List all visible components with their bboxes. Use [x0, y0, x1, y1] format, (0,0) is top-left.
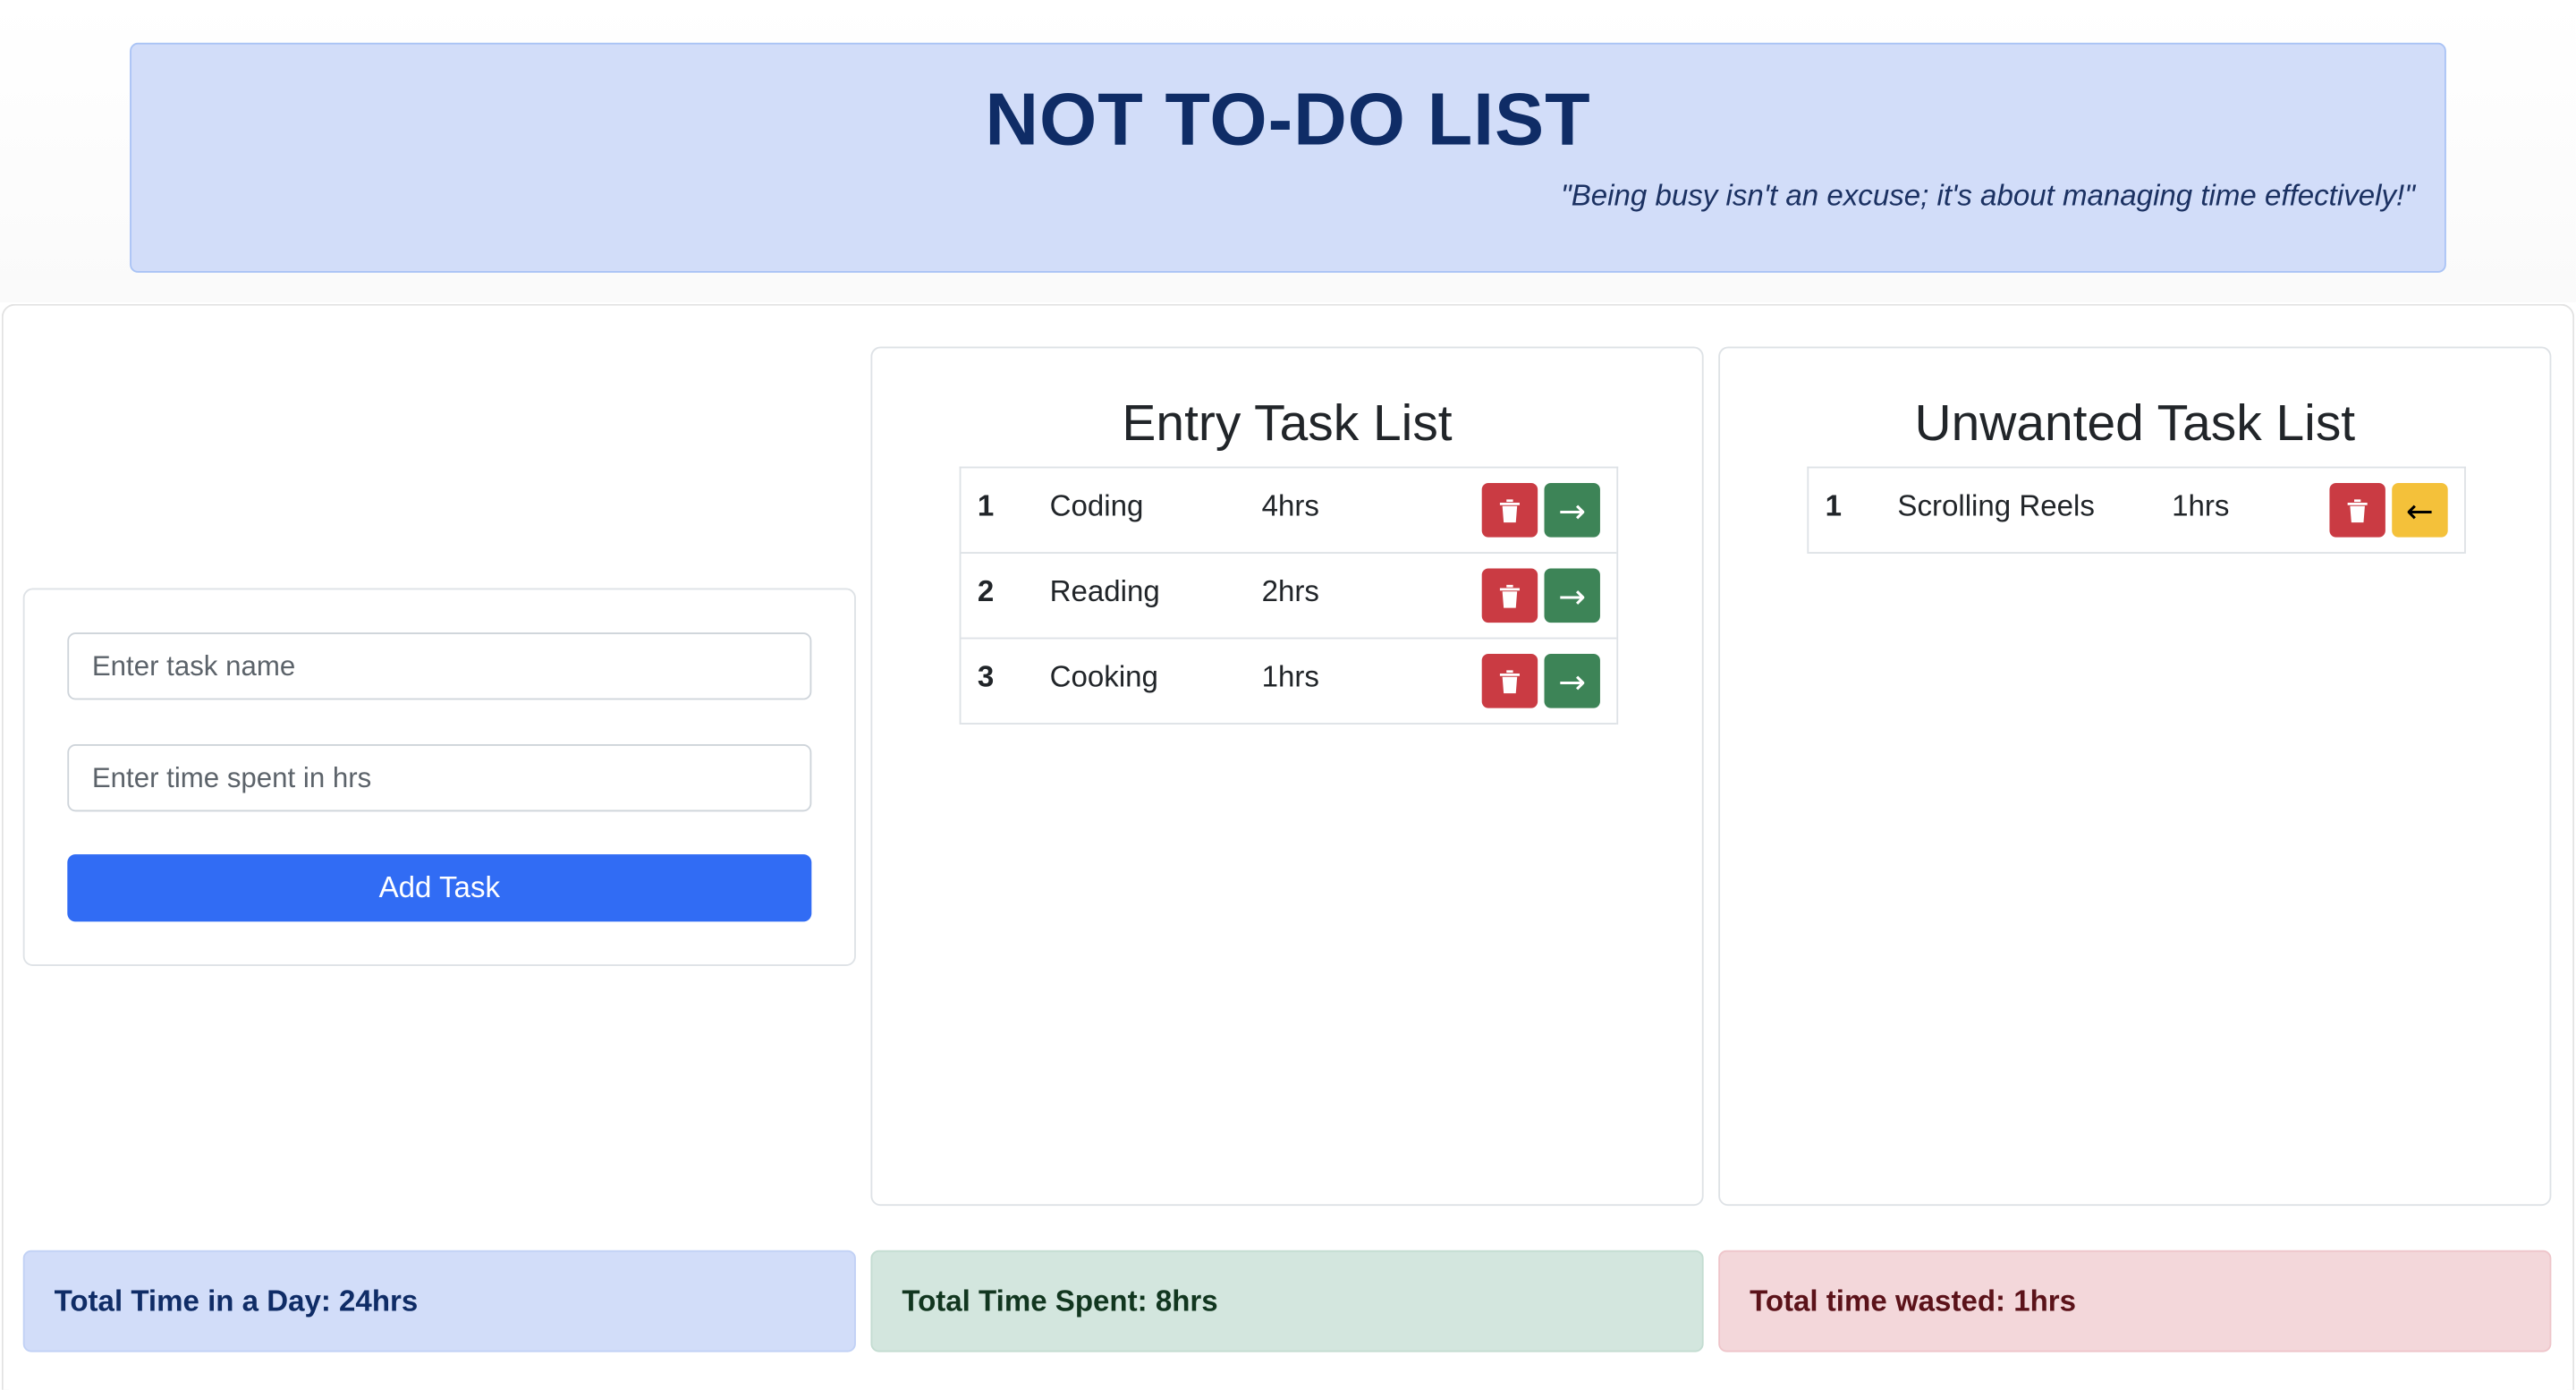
entry-task-table: 1 Coding 4hrs → 2 Reading 2hrs → 3 Cooki… — [959, 466, 1619, 725]
task-name: Coding — [1049, 489, 1144, 523]
time-spent-input[interactable] — [67, 744, 812, 812]
task-number: 3 — [977, 660, 995, 694]
task-name: Scrolling Reels — [1897, 489, 2095, 523]
task-name: Cooking — [1049, 660, 1158, 694]
move-to-unwanted-button[interactable]: → — [1544, 568, 1600, 623]
arrow-right-icon: → — [1558, 575, 1587, 615]
task-hours: 1hrs — [1261, 660, 1319, 694]
arrow-right-icon: → — [1558, 661, 1587, 701]
total-spent-summary: Total Time Spent: 8hrs — [870, 1250, 1704, 1352]
move-to-unwanted-button[interactable]: → — [1544, 482, 1600, 538]
table-row: 2 Reading 2hrs → — [961, 554, 1617, 640]
task-name-input[interactable] — [67, 632, 812, 700]
arrow-right-icon: → — [1558, 490, 1587, 530]
page: NOT TO-DO LIST "Being busy isn't an excu… — [0, 0, 2576, 1390]
delete-task-button[interactable] — [1481, 568, 1538, 623]
task-number: 1 — [1825, 489, 1842, 523]
task-hours: 4hrs — [1261, 489, 1319, 523]
arrow-left-icon: ← — [2406, 490, 2434, 530]
move-to-unwanted-button[interactable]: → — [1544, 654, 1600, 708]
unwanted-task-table: 1 Scrolling Reels 1hrs ← — [1807, 466, 2466, 554]
task-number: 2 — [977, 574, 995, 608]
delete-task-button[interactable] — [1481, 482, 1538, 538]
total-wasted-summary: Total time wasted: 1hrs — [1718, 1250, 2552, 1352]
trash-icon — [1499, 669, 1520, 693]
table-row: 3 Cooking 1hrs → — [961, 639, 1617, 725]
header-banner: NOT TO-DO LIST "Being busy isn't an excu… — [130, 42, 2446, 273]
delete-task-button[interactable] — [2329, 482, 2385, 538]
move-to-entry-button[interactable]: ← — [2392, 482, 2448, 538]
task-number: 1 — [977, 489, 995, 523]
entry-task-list: Entry Task List 1 Coding 4hrs → 2 Readin… — [870, 346, 1704, 1207]
table-row: 1 Scrolling Reels 1hrs ← — [1809, 468, 2465, 554]
task-hours: 2hrs — [1261, 574, 1319, 608]
delete-task-button[interactable] — [1481, 654, 1538, 708]
unwanted-list-title: Unwanted Task List — [1914, 394, 2356, 453]
total-day-summary: Total Time in a Day: 24hrs — [22, 1250, 856, 1352]
task-form: Add Task — [22, 588, 856, 966]
unwanted-task-list: Unwanted Task List 1 Scrolling Reels 1hr… — [1718, 346, 2552, 1207]
trash-icon — [1499, 498, 1520, 522]
header-quote: "Being busy isn't an excuse; it's about … — [1560, 179, 2415, 212]
add-task-button[interactable]: Add Task — [67, 854, 812, 922]
entry-list-title: Entry Task List — [1122, 394, 1453, 453]
trash-icon — [1499, 583, 1520, 607]
table-row: 1 Coding 4hrs → — [961, 468, 1617, 554]
page-title: NOT TO-DO LIST — [985, 77, 1591, 161]
task-name: Reading — [1049, 574, 1160, 608]
trash-icon — [2347, 498, 2368, 522]
task-hours: 1hrs — [2172, 489, 2230, 523]
